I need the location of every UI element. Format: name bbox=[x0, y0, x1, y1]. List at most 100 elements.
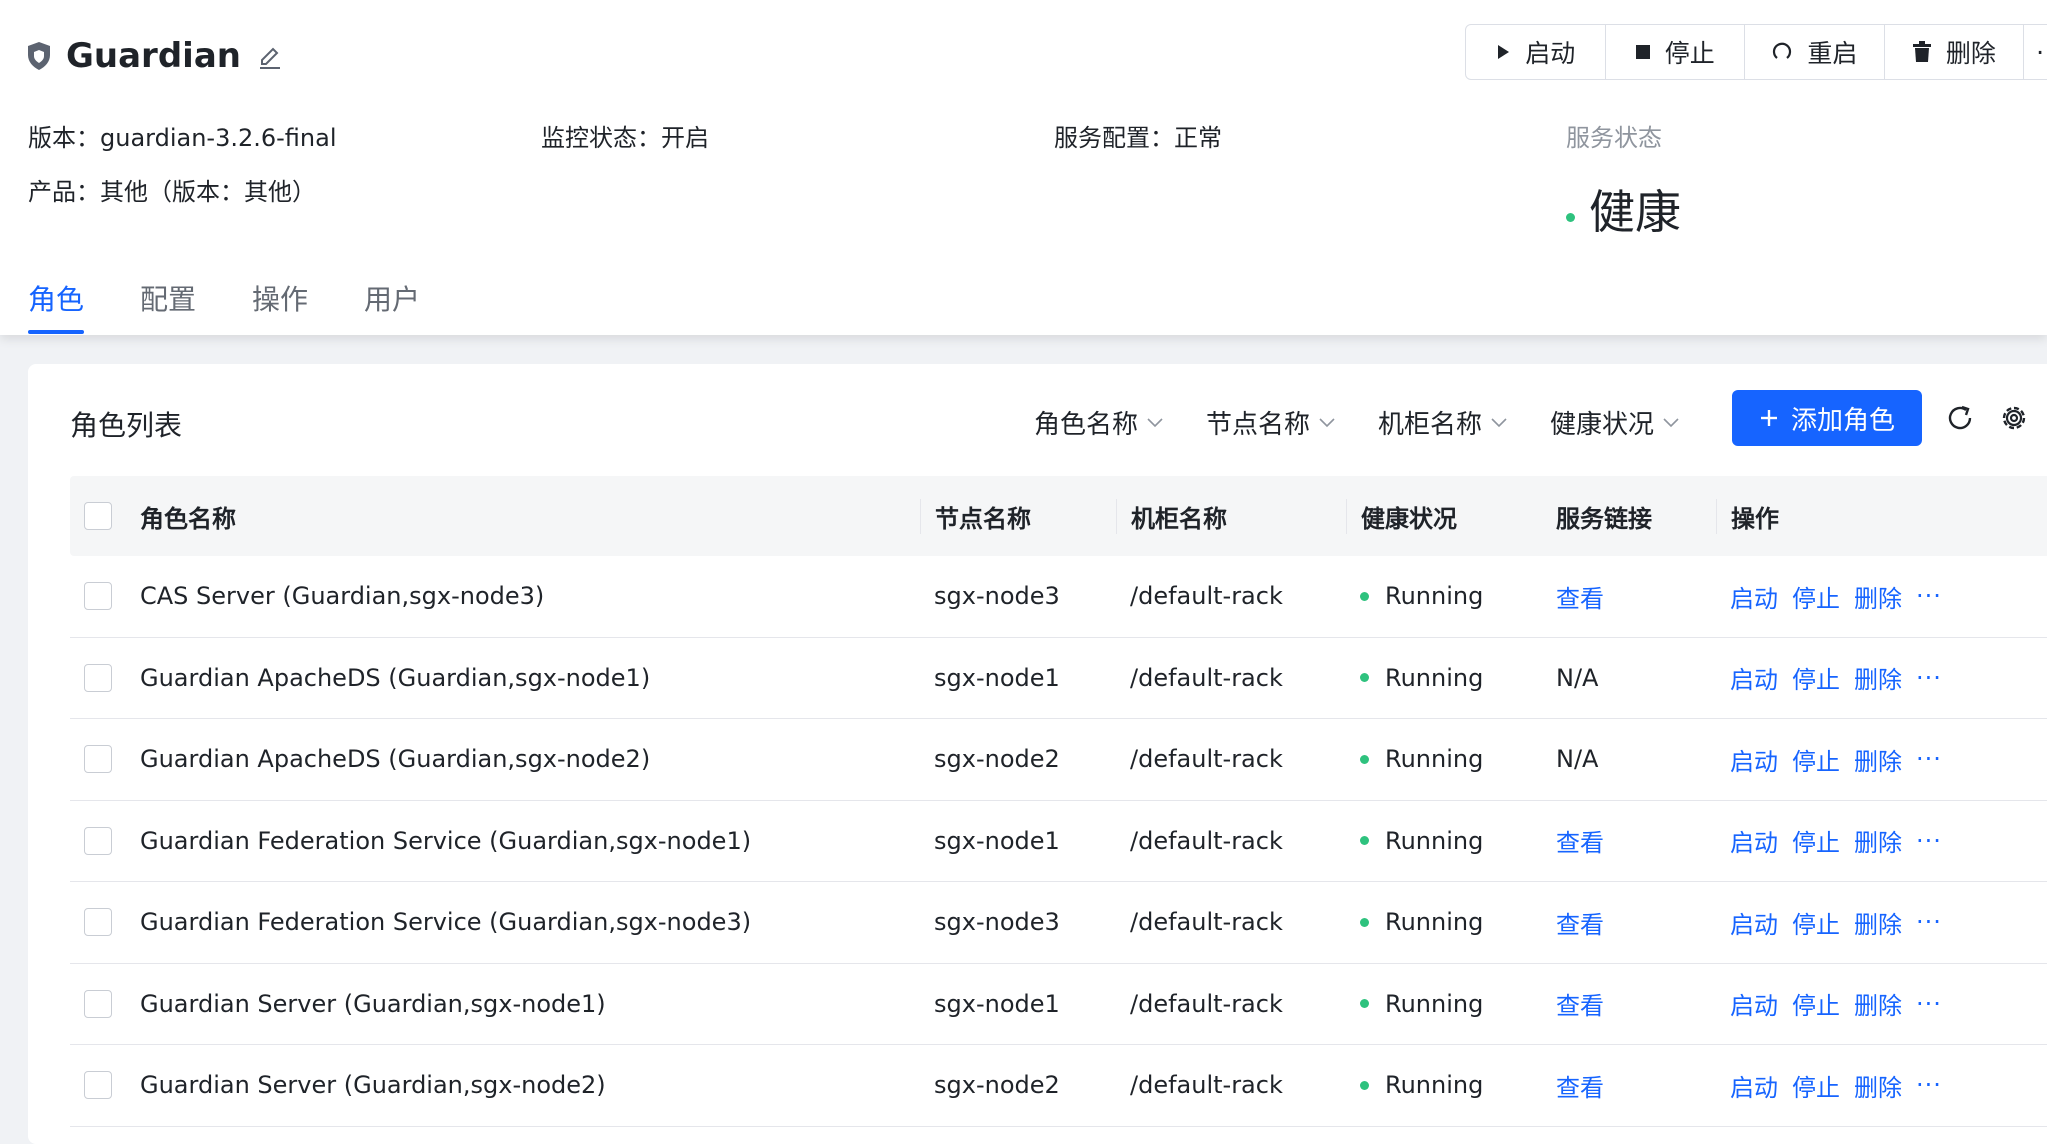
node-name: sgx-node2 bbox=[934, 745, 1060, 774]
row-more-button[interactable]: ··· bbox=[1916, 908, 1942, 936]
edit-icon[interactable] bbox=[257, 45, 283, 71]
row-checkbox[interactable] bbox=[84, 663, 112, 692]
row-more-button[interactable]: ··· bbox=[1916, 582, 1942, 610]
row-start-button[interactable]: 启动 bbox=[1730, 742, 1778, 777]
health-status: Running bbox=[1346, 827, 1542, 855]
rack-name: /default-rack bbox=[1130, 826, 1283, 855]
row-select-cell bbox=[70, 582, 140, 611]
rack-name: /default-rack bbox=[1130, 1071, 1283, 1100]
service-header: Guardian 启动 停止 重启 删除 · 版本：guardian-3.2.6… bbox=[0, 0, 2047, 335]
row-stop-button[interactable]: 停止 bbox=[1792, 823, 1840, 858]
rack-name: /default-rack bbox=[1130, 908, 1283, 937]
tab-operations[interactable]: 操作 bbox=[252, 278, 308, 334]
service-link: N/A bbox=[1556, 663, 1599, 692]
row-start-button[interactable]: 启动 bbox=[1730, 660, 1778, 695]
service-link[interactable]: 查看 bbox=[1556, 579, 1604, 614]
status-dot bbox=[1360, 591, 1369, 601]
start-button[interactable]: 启动 bbox=[1466, 25, 1606, 79]
role-list-card: 角色列表 角色名称 节点名称 机柜名称 健康状况 添加角色 角色名称 节点名称 … bbox=[28, 364, 2047, 1144]
role-table: 角色名称 节点名称 机柜名称 健康状况 服务链接 操作 CAS Server (… bbox=[70, 476, 2047, 1127]
add-role-button[interactable]: 添加角色 bbox=[1732, 390, 1922, 446]
row-checkbox[interactable] bbox=[84, 908, 112, 937]
row-checkbox[interactable] bbox=[84, 1071, 112, 1100]
role-name: Guardian Server (Guardian,sgx-node2) bbox=[140, 1071, 606, 1100]
row-delete-button[interactable]: 删除 bbox=[1854, 905, 1902, 940]
filter-rack-name-label: 机柜名称 bbox=[1378, 410, 1483, 440]
row-stop-button[interactable]: 停止 bbox=[1792, 742, 1840, 777]
delete-button-label: 删除 bbox=[1945, 39, 1996, 68]
select-all-checkbox[interactable] bbox=[84, 502, 112, 530]
row-stop-button[interactable]: 停止 bbox=[1792, 986, 1840, 1021]
health-status-text: Running bbox=[1385, 745, 1484, 774]
row-stop-button[interactable]: 停止 bbox=[1792, 579, 1840, 614]
row-start-button[interactable]: 启动 bbox=[1730, 986, 1778, 1021]
rack-name: /default-rack bbox=[1130, 582, 1283, 611]
tab-users[interactable]: 用户 bbox=[364, 278, 420, 334]
version-text: 版本：guardian-3.2.6-final bbox=[28, 124, 337, 152]
row-checkbox[interactable] bbox=[84, 745, 112, 774]
header-health: 健康状况 bbox=[1346, 498, 1542, 534]
row-stop-button[interactable]: 停止 bbox=[1792, 905, 1840, 940]
row-delete-button[interactable]: 删除 bbox=[1854, 742, 1902, 777]
gear-icon bbox=[2002, 406, 2026, 430]
status-dot bbox=[1360, 917, 1369, 927]
refresh-button[interactable] bbox=[1942, 400, 1978, 436]
tab-roles[interactable]: 角色 bbox=[28, 278, 85, 334]
table-row: Guardian Server (Guardian,sgx-node1) sgx-… bbox=[70, 964, 2047, 1045]
health-status-text: Running bbox=[1385, 582, 1484, 611]
row-start-button[interactable]: 启动 bbox=[1730, 579, 1778, 614]
row-checkbox[interactable] bbox=[84, 826, 112, 855]
health-status-text: Running bbox=[1385, 826, 1484, 855]
service-link[interactable]: 查看 bbox=[1556, 823, 1604, 858]
service-link[interactable]: 查看 bbox=[1556, 986, 1604, 1021]
restart-icon bbox=[1773, 42, 1792, 59]
row-operations: 启动 停止 删除 ··· bbox=[1716, 823, 2047, 858]
row-checkbox[interactable] bbox=[84, 582, 112, 611]
row-start-button[interactable]: 启动 bbox=[1730, 823, 1778, 858]
status-dot bbox=[1360, 836, 1369, 846]
filter-role-name[interactable]: 角色名称 bbox=[1034, 404, 1164, 441]
row-more-button[interactable]: ··· bbox=[1916, 745, 1942, 773]
row-select-cell bbox=[70, 745, 140, 774]
filter-health-status-label: 健康状况 bbox=[1550, 410, 1655, 440]
service-health-value: 健康 bbox=[1589, 185, 1681, 239]
row-start-button[interactable]: 启动 bbox=[1730, 905, 1778, 940]
status-dot bbox=[1360, 673, 1369, 683]
row-delete-button[interactable]: 删除 bbox=[1854, 660, 1902, 695]
tab-config[interactable]: 配置 bbox=[140, 278, 196, 334]
row-checkbox[interactable] bbox=[84, 989, 112, 1018]
row-stop-button[interactable]: 停止 bbox=[1792, 1068, 1840, 1103]
table-row: Guardian ApacheDS (Guardian,sgx-node1) sg… bbox=[70, 638, 2047, 719]
row-more-button[interactable]: ··· bbox=[1916, 1071, 1942, 1099]
service-link-cell: 查看 bbox=[1542, 986, 1716, 1021]
row-start-button[interactable]: 启动 bbox=[1730, 1068, 1778, 1103]
health-status: Running bbox=[1346, 1071, 1542, 1099]
more-actions-label: · bbox=[2036, 37, 2045, 67]
row-delete-button[interactable]: 删除 bbox=[1854, 823, 1902, 858]
row-operations: 启动 停止 删除 ··· bbox=[1716, 742, 2047, 777]
row-delete-button[interactable]: 删除 bbox=[1854, 1068, 1902, 1103]
role-name: Guardian Federation Service (Guardian,sg… bbox=[140, 826, 752, 855]
row-delete-button[interactable]: 删除 bbox=[1854, 579, 1902, 614]
row-delete-button[interactable]: 删除 bbox=[1854, 986, 1902, 1021]
row-more-button[interactable]: ··· bbox=[1916, 827, 1942, 855]
restart-button[interactable]: 重启 bbox=[1745, 25, 1885, 79]
row-more-button[interactable]: ··· bbox=[1916, 990, 1942, 1018]
service-link[interactable]: 查看 bbox=[1556, 905, 1604, 940]
stop-icon bbox=[1635, 45, 1650, 59]
more-actions-button[interactable]: · bbox=[2024, 25, 2047, 79]
health-status: Running bbox=[1346, 990, 1542, 1018]
filter-node-name[interactable]: 节点名称 bbox=[1206, 404, 1336, 441]
health-status-text: Running bbox=[1385, 1071, 1484, 1100]
settings-button[interactable] bbox=[1996, 400, 2032, 436]
filter-rack-name[interactable]: 机柜名称 bbox=[1378, 404, 1508, 441]
add-role-button-label: 添加角色 bbox=[1790, 405, 1895, 436]
stop-button[interactable]: 停止 bbox=[1606, 25, 1746, 79]
row-stop-button[interactable]: 停止 bbox=[1792, 660, 1840, 695]
filter-role-name-label: 角色名称 bbox=[1034, 410, 1139, 440]
service-link[interactable]: 查看 bbox=[1556, 1068, 1604, 1103]
service-tabs: 角色 配置 操作 用户 bbox=[28, 278, 476, 334]
row-more-button[interactable]: ··· bbox=[1916, 664, 1942, 692]
filter-health-status[interactable]: 健康状况 bbox=[1550, 404, 1680, 441]
delete-button[interactable]: 删除 bbox=[1885, 25, 2025, 79]
